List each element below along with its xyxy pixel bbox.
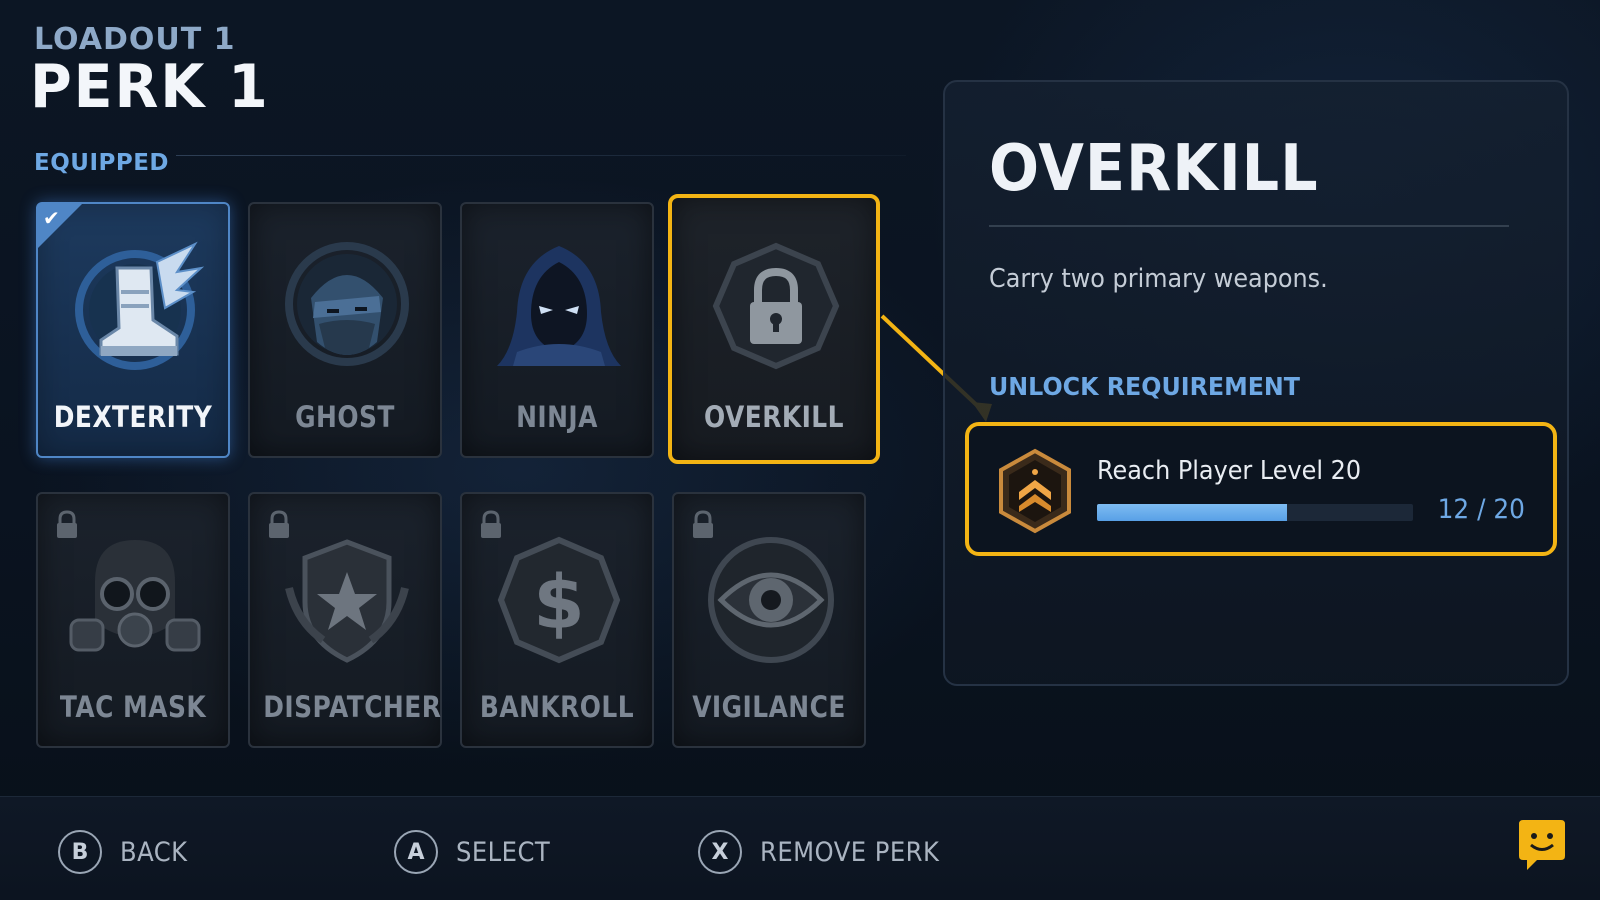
perk-card-dispatcher[interactable]: DISPATCHER xyxy=(248,492,442,748)
requirement-text: Reach Player Level 20 xyxy=(1097,456,1362,486)
remove-perk-hint[interactable]: X REMOVE PERK xyxy=(698,829,959,875)
perk-card-tac-mask[interactable]: TAC MASK xyxy=(36,492,230,748)
perk-card-ghost[interactable]: GHOST xyxy=(248,202,442,458)
perk-name: OVERKILL xyxy=(704,400,844,434)
select-hint[interactable]: A SELECT xyxy=(394,829,561,875)
rank-chevron-badge-icon xyxy=(999,448,1071,534)
back-hint[interactable]: B BACK xyxy=(58,829,195,875)
unlock-requirement-card: Reach Player Level 20 12 / 20 xyxy=(965,422,1557,556)
select-label: SELECT xyxy=(456,836,551,868)
b-button-icon: B xyxy=(58,830,102,874)
page-title: PERK 1 xyxy=(30,52,270,122)
perk-card-dexterity[interactable]: ✔ DEXTERITY xyxy=(36,202,230,458)
perk-card-overkill[interactable]: OVERKILL xyxy=(668,194,880,464)
svg-text:$: $ xyxy=(533,560,585,646)
perk-name: VIGILANCE xyxy=(692,690,846,724)
perk-card-ninja[interactable]: NINJA xyxy=(460,202,654,458)
gas-mask-icon xyxy=(69,540,201,652)
perk-name: DEXTERITY xyxy=(53,400,213,434)
eye-icon xyxy=(708,537,834,663)
perk-name: NINJA xyxy=(516,400,598,434)
x-button-icon: X xyxy=(698,830,742,874)
a-button-icon: A xyxy=(394,830,438,874)
masked-face-icon xyxy=(285,242,409,366)
perk-card-bankroll[interactable]: $ BANKROLL xyxy=(460,492,654,748)
unlock-requirement-label: UNLOCK REQUIREMENT xyxy=(989,372,1301,401)
detail-description: Carry two primary weapons. xyxy=(989,264,1328,294)
perk-name: DISPATCHER xyxy=(263,690,442,724)
section-divider xyxy=(176,155,906,156)
requirement-progress-count: 12 / 20 xyxy=(1437,494,1525,525)
star-shield-icon xyxy=(285,539,409,663)
button-hint-bar: B BACK A SELECT X REMOVE PERK xyxy=(0,796,1600,900)
checkmark-icon: ✔ xyxy=(43,206,60,230)
requirement-progress-bar xyxy=(1097,504,1413,521)
perk-name: GHOST xyxy=(295,400,395,434)
padlock-icon xyxy=(712,242,840,370)
chat-smiley-icon[interactable] xyxy=(1515,818,1569,872)
requirement-progress-fill xyxy=(1097,504,1287,521)
back-label: BACK xyxy=(120,836,188,868)
perk-card-vigilance[interactable]: VIGILANCE xyxy=(672,492,866,748)
detail-divider xyxy=(989,225,1509,227)
detail-title: OVERKILL xyxy=(989,132,1319,206)
hooded-ninja-icon xyxy=(497,246,621,366)
equipped-section-label: EQUIPPED xyxy=(34,150,170,176)
perk-name: BANKROLL xyxy=(479,690,635,724)
perk-name: TAC MASK xyxy=(59,690,207,724)
remove-perk-label: REMOVE PERK xyxy=(760,836,940,868)
perk-detail-panel: OVERKILL Carry two primary weapons. UNLO… xyxy=(943,80,1569,686)
winged-boot-icon xyxy=(75,241,205,370)
dollar-coin-icon: $ xyxy=(497,536,621,664)
